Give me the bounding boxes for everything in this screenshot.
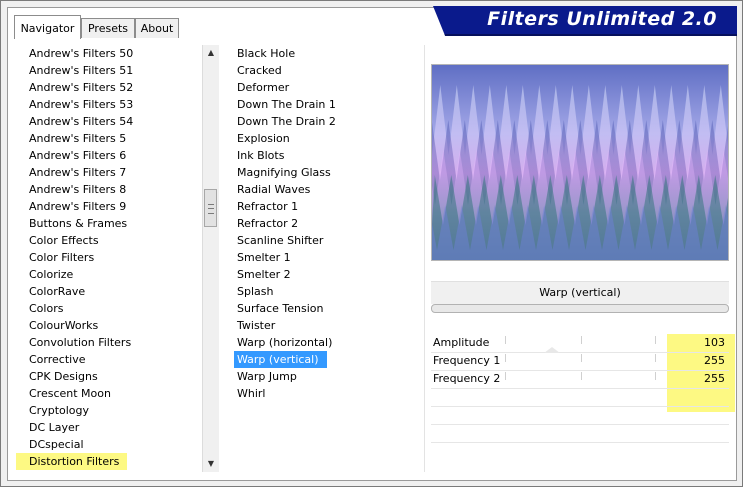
param-row-frequency-2[interactable]: Frequency 2 255 bbox=[431, 370, 729, 388]
filter-item[interactable]: Cracked bbox=[222, 62, 424, 79]
category-item[interactable]: Andrew's Filters 53 bbox=[16, 96, 202, 113]
category-item[interactable]: Andrew's Filters 50 bbox=[16, 45, 202, 62]
category-item[interactable]: Corrective bbox=[16, 351, 202, 368]
category-item[interactable]: Cryptology bbox=[16, 402, 202, 419]
category-item[interactable]: DCspecial bbox=[16, 436, 202, 453]
filter-item[interactable]: Refractor 2 bbox=[222, 215, 424, 232]
category-item[interactable]: Colors bbox=[16, 300, 202, 317]
category-item[interactable]: Distortion Filters bbox=[16, 453, 128, 470]
category-item[interactable]: Andrew's Filters 5 bbox=[16, 130, 202, 147]
category-item[interactable]: Buttons & Frames bbox=[16, 215, 202, 232]
filter-item[interactable]: Down The Drain 2 bbox=[222, 113, 424, 130]
category-item[interactable]: Color Effects bbox=[16, 232, 202, 249]
filter-item[interactable]: Down The Drain 1 bbox=[222, 96, 424, 113]
tab-navigator[interactable]: Navigator bbox=[14, 15, 81, 39]
filter-item[interactable]: Refractor 1 bbox=[222, 198, 424, 215]
category-item[interactable]: ColorRave bbox=[16, 283, 202, 300]
filter-item[interactable]: Whirl bbox=[222, 385, 424, 402]
param-label: Amplitude bbox=[433, 336, 490, 349]
filter-item[interactable]: Splash bbox=[222, 283, 424, 300]
warp-preview-graphic bbox=[432, 65, 728, 260]
parameters-panel: Amplitude 103 Frequency 1 255 Frequency … bbox=[431, 334, 735, 454]
param-value[interactable]: 255 bbox=[704, 352, 725, 370]
filter-item[interactable]: Deformer bbox=[222, 79, 424, 96]
filter-item[interactable]: Warp Jump bbox=[222, 368, 424, 385]
filter-title: Warp (vertical) bbox=[431, 281, 729, 304]
app-title: Filters Unlimited 2.0 bbox=[487, 8, 717, 30]
category-item[interactable]: Andrew's Filters 51 bbox=[16, 62, 202, 79]
filter-item[interactable]: Black Hole bbox=[222, 45, 424, 62]
category-list[interactable]: Andrew's Filters 50 Andrew's Filters 51 An… bbox=[16, 45, 202, 472]
param-row-amplitude[interactable]: Amplitude 103 bbox=[431, 334, 729, 352]
scroll-up-icon[interactable]: ▲ bbox=[203, 45, 219, 61]
filter-item[interactable]: Ink Blots bbox=[222, 147, 424, 164]
title-banner: Filters Unlimited 2.0 bbox=[433, 6, 737, 36]
preview-image bbox=[431, 64, 729, 261]
filter-item[interactable]: Surface Tension bbox=[222, 300, 424, 317]
category-item[interactable]: ColourWorks bbox=[16, 317, 202, 334]
category-item[interactable]: Andrew's Filters 6 bbox=[16, 147, 202, 164]
category-item[interactable]: Andrew's Filters 7 bbox=[16, 164, 202, 181]
filter-list[interactable]: Black Hole Cracked Deformer Down The Drain … bbox=[222, 45, 425, 472]
category-item[interactable]: Convolution Filters bbox=[16, 334, 202, 351]
progress-slider[interactable] bbox=[431, 304, 729, 313]
param-label: Frequency 2 bbox=[433, 372, 501, 385]
filter-item[interactable]: Smelter 1 bbox=[222, 249, 424, 266]
category-item[interactable]: Crescent Moon bbox=[16, 385, 202, 402]
scroll-down-icon[interactable]: ▼ bbox=[203, 456, 219, 472]
filter-item[interactable]: Warp (horizontal) bbox=[222, 334, 424, 351]
param-value[interactable]: 255 bbox=[704, 370, 725, 388]
param-label: Frequency 1 bbox=[433, 354, 501, 367]
category-item[interactable]: Colorize bbox=[16, 266, 202, 283]
filter-item[interactable]: Warp (vertical) bbox=[234, 351, 327, 368]
filter-item[interactable]: Explosion bbox=[222, 130, 424, 147]
category-item[interactable]: DC Layer bbox=[16, 419, 202, 436]
grip-icon bbox=[208, 204, 214, 214]
tab-about[interactable]: About bbox=[135, 18, 179, 38]
filter-item[interactable]: Twister bbox=[222, 317, 424, 334]
category-item[interactable]: Andrew's Filters 9 bbox=[16, 198, 202, 215]
param-value[interactable]: 103 bbox=[704, 334, 725, 352]
scroll-thumb[interactable] bbox=[204, 189, 217, 227]
category-item[interactable]: Andrew's Filters 54 bbox=[16, 113, 202, 130]
filter-item[interactable]: Magnifying Glass bbox=[222, 164, 424, 181]
filter-item[interactable]: Smelter 2 bbox=[222, 266, 424, 283]
filter-item[interactable]: Scanline Shifter bbox=[222, 232, 424, 249]
tab-presets[interactable]: Presets bbox=[81, 18, 135, 38]
param-row-frequency-1[interactable]: Frequency 1 255 bbox=[431, 352, 729, 370]
category-item[interactable]: Andrew's Filters 8 bbox=[16, 181, 202, 198]
tab-bar: Navigator Presets About bbox=[14, 15, 314, 40]
category-scrollbar[interactable]: ▲ ▼ bbox=[202, 45, 219, 472]
filter-item[interactable]: Radial Waves bbox=[222, 181, 424, 198]
category-item[interactable]: Color Filters bbox=[16, 249, 202, 266]
category-item[interactable]: Andrew's Filters 52 bbox=[16, 79, 202, 96]
category-item[interactable]: CPK Designs bbox=[16, 368, 202, 385]
